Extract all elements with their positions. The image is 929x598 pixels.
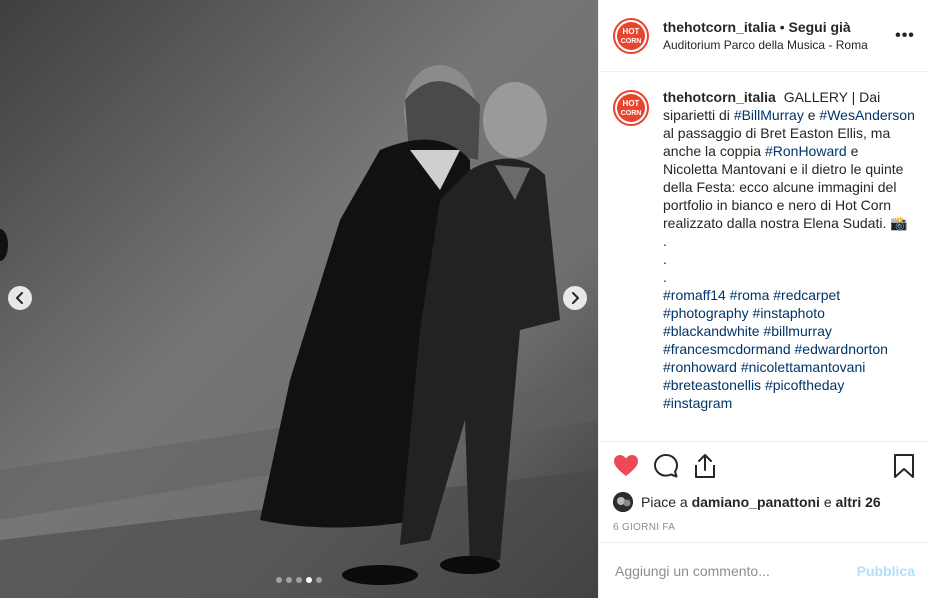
- hashtag-link[interactable]: #WesAnderson: [819, 107, 914, 123]
- svg-text:HOT: HOT: [623, 99, 640, 108]
- hashtag-link[interactable]: #photography: [663, 305, 749, 321]
- caption-dot: .: [663, 269, 667, 285]
- hashtag-link[interactable]: #ronhoward: [663, 359, 737, 375]
- save-button[interactable]: [893, 446, 919, 486]
- post-header: HOT CORN thehotcorn_italia • Segui già A…: [599, 0, 929, 72]
- more-options-button[interactable]: •••: [893, 27, 917, 45]
- hashtag-link[interactable]: #RonHoward: [765, 143, 847, 159]
- likes-count-link[interactable]: altri 26: [836, 494, 881, 510]
- post-caption: thehotcorn_italia GALLERY | Dai sipariet…: [663, 88, 915, 441]
- chevron-left-icon: [16, 292, 23, 304]
- carousel-dot: [276, 577, 282, 583]
- carousel-dot: [286, 577, 292, 583]
- share-icon: [695, 454, 715, 478]
- bookmark-icon: [894, 454, 914, 478]
- more-icon: •••: [895, 26, 915, 44]
- hotcorn-logo: HOT CORN: [617, 21, 645, 50]
- hashtag-link[interactable]: #picoftheday: [765, 377, 844, 393]
- hotcorn-logo: HOT CORN: [617, 94, 645, 122]
- location-link[interactable]: Auditorium Parco della Musica - Roma: [663, 36, 893, 54]
- post-side-panel: HOT CORN thehotcorn_italia • Segui già A…: [598, 0, 929, 598]
- carousel-dot: [296, 577, 302, 583]
- caption-dot: .: [663, 251, 667, 267]
- likes-prefix: Piace a: [641, 494, 688, 510]
- like-button[interactable]: [613, 446, 653, 486]
- liker-avatar[interactable]: [613, 492, 633, 512]
- carousel-next-button[interactable]: [563, 286, 587, 310]
- caption-avatar[interactable]: HOT CORN: [613, 90, 649, 126]
- hashtag-link[interactable]: #blackandwhite: [663, 323, 760, 339]
- hashtag-link[interactable]: #edwardnorton: [795, 341, 888, 357]
- carousel-prev-button[interactable]: [8, 286, 32, 310]
- caption-text: e: [807, 107, 816, 123]
- hashtag-link[interactable]: #francesmcdormand: [663, 341, 791, 357]
- hashtag-link[interactable]: #redcarpet: [773, 287, 840, 303]
- comment-button[interactable]: [653, 446, 693, 486]
- hashtag-link[interactable]: #instaphoto: [753, 305, 825, 321]
- likes-joiner: e: [823, 494, 832, 510]
- svg-text:CORN: CORN: [621, 110, 642, 117]
- carousel-dot: [316, 577, 322, 583]
- chevron-right-icon: [572, 292, 579, 304]
- post-comment-button[interactable]: Pubblica: [857, 563, 915, 579]
- username-link[interactable]: thehotcorn_italia: [663, 19, 776, 35]
- share-button[interactable]: [693, 446, 733, 486]
- hashtag-link[interactable]: #instagram: [663, 395, 732, 411]
- likes-summary: Piace a damiano_panattoni e altri 26: [599, 490, 929, 514]
- action-bar: [599, 442, 929, 490]
- post-timestamp: 6 GIORNI FA: [613, 522, 676, 533]
- hashtag-list: #romaff14 #roma #redcarpet #photography …: [663, 287, 888, 411]
- photo-image: [0, 0, 598, 598]
- comment-input[interactable]: [613, 561, 857, 580]
- svg-text:HOT: HOT: [623, 27, 640, 36]
- caption-dot: .: [663, 233, 667, 249]
- liker-avatar-image: [613, 492, 633, 512]
- carousel-indicator: [276, 577, 322, 583]
- hashtag-link[interactable]: #roma: [730, 287, 770, 303]
- hashtag-link[interactable]: #billmurray: [763, 323, 831, 339]
- hashtag-link[interactable]: #breteastonellis: [663, 377, 761, 393]
- svg-text:CORN: CORN: [621, 38, 642, 45]
- comment-form: Pubblica: [599, 542, 929, 598]
- comment-icon: [654, 454, 678, 478]
- heart-icon: [614, 455, 638, 476]
- liker-username-link[interactable]: damiano_panattoni: [692, 494, 820, 510]
- hashtag-link[interactable]: #nicolettamantovani: [741, 359, 866, 375]
- hashtag-link[interactable]: #BillMurray: [734, 107, 804, 123]
- profile-avatar[interactable]: HOT CORN: [613, 17, 649, 54]
- comments-section: HOT CORN thehotcorn_italia GALLERY | Dai…: [599, 72, 929, 442]
- separator-bullet: •: [779, 18, 785, 35]
- hashtag-link[interactable]: #romaff14: [663, 287, 726, 303]
- follow-button[interactable]: Segui già: [788, 19, 850, 35]
- caption-username-link[interactable]: thehotcorn_italia: [663, 89, 776, 105]
- post-photo[interactable]: [0, 0, 598, 598]
- carousel-dot: [306, 577, 312, 583]
